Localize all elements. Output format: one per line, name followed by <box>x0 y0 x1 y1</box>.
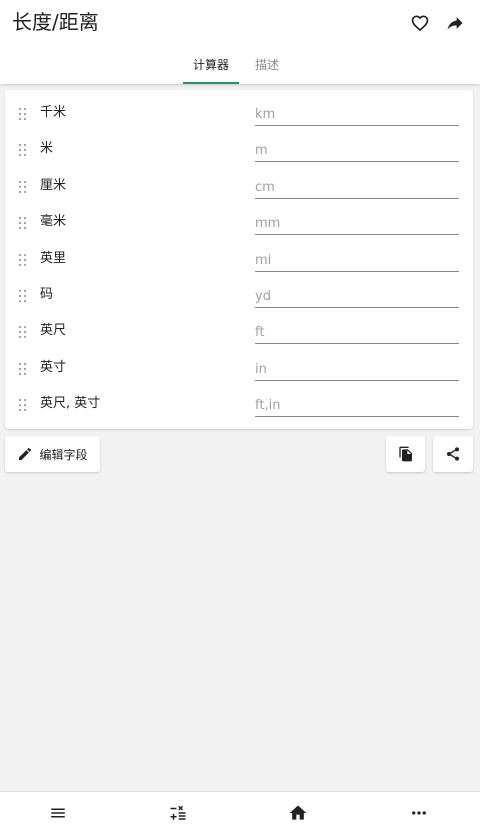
tab-description[interactable]: 描述 <box>245 52 289 84</box>
copy-icon <box>398 446 412 462</box>
unit-row-mm: 毫米 <box>5 205 473 241</box>
unit-label: 千米 <box>40 105 67 120</box>
unit-label: 米 <box>40 141 54 156</box>
calculator-ops-icon <box>170 805 186 820</box>
drag-handle-icon[interactable] <box>19 217 27 229</box>
app-bar: 长度/距离 计算器 描述 <box>0 0 480 84</box>
unit-label: 英里 <box>40 251 67 266</box>
unit-label: 厘米 <box>40 178 67 193</box>
drag-handle-icon[interactable] <box>19 363 27 375</box>
more-button[interactable] <box>406 800 432 826</box>
unit-row-mi: 英里 <box>5 242 473 278</box>
unit-input-mi[interactable] <box>255 249 459 272</box>
drag-handle-icon[interactable] <box>19 181 27 193</box>
unit-row-m: 米 <box>5 132 473 168</box>
tab-description-label: 描述 <box>254 58 279 72</box>
more-horizontal-icon <box>412 811 426 815</box>
home-icon <box>289 805 307 820</box>
drag-handle-icon[interactable] <box>19 144 27 156</box>
bottom-navigation <box>0 791 480 834</box>
unit-label: 英寸 <box>40 360 67 375</box>
drag-handle-icon[interactable] <box>19 108 27 120</box>
copy-button[interactable] <box>386 436 425 472</box>
unit-row-ft-in: 英尺, 英寸 <box>5 387 473 423</box>
unit-input-mm[interactable] <box>255 212 459 235</box>
hamburger-menu-icon <box>51 808 65 818</box>
edit-fields-label: 编辑字段 <box>39 447 88 462</box>
units-card: 千米 米 厘米 毫米 英里 码 英尺 英寸 英尺, 英寸 <box>5 90 473 429</box>
pencil-icon <box>19 447 32 460</box>
favorite-button[interactable] <box>408 11 432 35</box>
page-title: 长度/距离 <box>12 10 99 34</box>
calculator-button[interactable] <box>165 800 191 826</box>
edit-fields-button[interactable]: 编辑字段 <box>5 436 100 472</box>
heart-outline-icon <box>411 15 429 32</box>
drag-handle-icon[interactable] <box>19 290 27 302</box>
unit-label: 毫米 <box>40 214 67 229</box>
unit-label: 码 <box>40 287 54 302</box>
share-arrow-icon <box>447 17 463 30</box>
drag-handle-icon[interactable] <box>19 326 27 338</box>
drag-handle-icon[interactable] <box>19 399 27 411</box>
unit-input-cm[interactable] <box>255 176 459 199</box>
unit-input-km[interactable] <box>255 103 459 126</box>
unit-input-ft-in[interactable] <box>255 394 459 417</box>
share-top-button[interactable] <box>443 11 467 35</box>
unit-input-yd[interactable] <box>255 285 459 308</box>
share-icon <box>447 447 459 461</box>
tab-calculator[interactable]: 计算器 <box>183 52 239 84</box>
unit-input-m[interactable] <box>255 139 459 162</box>
unit-row-cm: 厘米 <box>5 169 473 205</box>
tab-bar: 计算器 描述 <box>0 52 480 84</box>
home-button[interactable] <box>285 800 311 826</box>
unit-label: 英尺 <box>40 323 67 338</box>
unit-row-ft: 英尺 <box>5 314 473 350</box>
unit-input-ft[interactable] <box>255 321 459 344</box>
unit-label: 英尺, 英寸 <box>40 396 101 411</box>
tab-calculator-label: 计算器 <box>192 58 229 72</box>
unit-row-yd: 码 <box>5 278 473 314</box>
tab-active-indicator <box>183 82 239 84</box>
unit-row-km: 千米 <box>5 96 473 132</box>
unit-input-in[interactable] <box>255 358 459 381</box>
menu-button[interactable] <box>45 800 71 826</box>
unit-row-in: 英寸 <box>5 351 473 387</box>
share-button[interactable] <box>433 436 473 472</box>
drag-handle-icon[interactable] <box>19 254 27 266</box>
